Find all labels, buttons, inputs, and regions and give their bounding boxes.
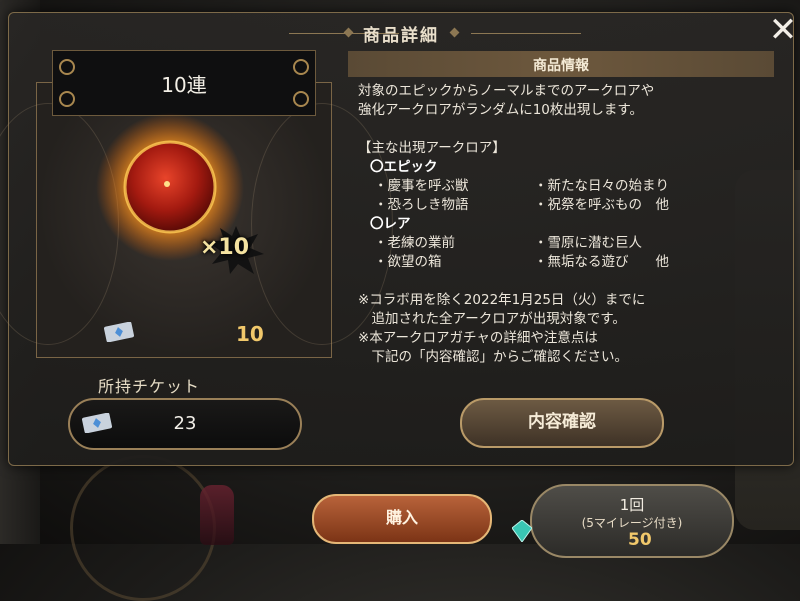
list-item: ・慶事を呼ぶ獣 ・新たな日々の始まり xyxy=(358,177,778,196)
buy-button[interactable]: 購入 xyxy=(312,494,492,544)
group-epic: 〇エピック xyxy=(370,159,438,175)
content-confirm-button[interactable]: 内容確認 xyxy=(460,398,664,448)
note-text: 追加された全アークロアが出現対象です。 xyxy=(358,311,626,327)
note-text: ※コラボ用を除く2022年1月25日（火）までに xyxy=(358,292,646,308)
product-info-body: 対象のエピックからノーマルまでのアークロアや 強化アークロアがランダムに10枚出… xyxy=(358,82,778,367)
draw-count: 1回 xyxy=(619,496,645,514)
product-cost: 10 xyxy=(236,322,264,346)
info-text: 対象のエピックからノーマルまでのアークロアや xyxy=(358,83,655,99)
draw-cost: 50 xyxy=(628,530,652,550)
product-info-title: 商品情報 xyxy=(533,58,589,74)
list-item: ・欲望の箱 ・無垢なる遊び 他 xyxy=(358,253,778,272)
rare-item: ・無垢なる遊び 他 xyxy=(534,254,669,270)
info-text: 強化アークロアがランダムに10枚出現します。 xyxy=(358,102,644,118)
close-icon[interactable]: ✕ xyxy=(763,13,800,49)
note-text: ※本アークロアガチャの詳細や注意点は xyxy=(358,330,598,346)
draw-once-button[interactable]: 1回 (5マイレージ付き) 50 xyxy=(530,484,734,558)
owned-tickets-value: 23 xyxy=(173,413,197,434)
rare-item: ・老練の業前 xyxy=(374,235,455,251)
draw-mileage-note: (5マイレージ付き) xyxy=(581,516,683,530)
rare-item: ・欲望の箱 xyxy=(374,254,442,270)
list-item: ・老練の業前 ・雪原に潜む巨人 xyxy=(358,234,778,253)
background-globe xyxy=(70,455,216,601)
epic-item: ・祝祭を呼ぶもの 他 xyxy=(534,197,669,213)
section-title: 【主な出現アークロア】 xyxy=(358,140,506,156)
product-info-header: 商品情報 xyxy=(348,51,774,77)
owned-tickets-box: 23 xyxy=(68,398,302,450)
group-rare: 〇レア xyxy=(370,216,411,232)
product-name: 10連 xyxy=(161,73,207,97)
epic-item: ・新たな日々の始まり xyxy=(534,178,669,194)
dialog-title: 商品詳細 xyxy=(363,26,439,46)
owned-tickets-label: 所持チケット xyxy=(98,377,201,396)
gem-icon xyxy=(512,520,532,542)
background-bottle xyxy=(200,485,234,545)
product-header: 10連 xyxy=(52,50,316,116)
note-text: 下記の「内容確認」からご確認ください。 xyxy=(358,349,628,365)
epic-item: ・恐ろしき物語 xyxy=(374,197,469,213)
ticket-icon xyxy=(104,322,134,342)
title-ornament-right xyxy=(471,33,581,34)
list-item: ・恐ろしき物語 ・祝祭を呼ぶもの 他 xyxy=(358,196,778,215)
rare-item: ・雪原に潜む巨人 xyxy=(534,235,642,251)
epic-item: ・慶事を呼ぶ獣 xyxy=(374,178,469,194)
multiplier-badge: ×10 xyxy=(200,235,250,260)
